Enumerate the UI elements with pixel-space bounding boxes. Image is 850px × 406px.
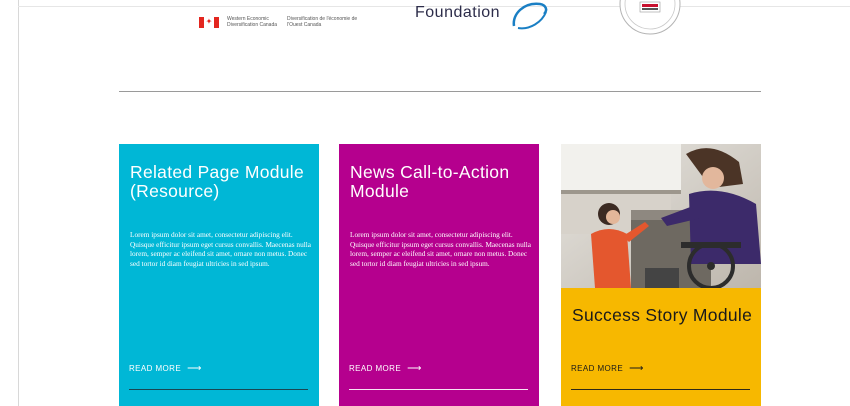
card-title: Success Story Module	[572, 305, 753, 325]
foundation-logo-text[interactable]: Foundation	[415, 4, 500, 22]
read-more-link[interactable]: READ MORE ⟶	[349, 362, 422, 374]
seal-logo[interactable]	[618, 0, 682, 40]
read-more-link[interactable]: READ MORE ⟶	[129, 362, 202, 374]
arrow-right-icon: ⟶	[407, 362, 422, 374]
card-body: Lorem ipsum dolor sit amet, consectetur …	[130, 230, 312, 268]
gov-name-en: Western Economic Diversification Canada	[227, 16, 278, 28]
frame-left-border	[18, 0, 19, 406]
canada-flag-icon: ✦	[199, 17, 219, 28]
section-divider	[119, 91, 761, 92]
related-page-card[interactable]: Related Page Module (Resource) Lorem ips…	[119, 144, 319, 406]
card-rule	[129, 389, 308, 390]
arrow-right-icon: ⟶	[187, 362, 202, 374]
news-cta-card[interactable]: News Call-to-Action Module Lorem ipsum d…	[339, 144, 539, 406]
gov-name-fr: Diversification de l'économie de l'Ouest…	[287, 16, 358, 28]
partner-logos: ✦ Western Economic Diversification Canad…	[0, 0, 850, 46]
card-rule	[349, 389, 528, 390]
read-more-label: READ MORE	[349, 364, 402, 373]
card-body: Lorem ipsum dolor sit amet, consectetur …	[350, 230, 532, 268]
read-more-label: READ MORE	[129, 364, 182, 373]
foundation-swoosh-icon	[512, 2, 548, 30]
success-story-card[interactable]: Success Story Module READ MORE ⟶	[561, 144, 761, 406]
card-title: Related Page Module (Resource)	[130, 162, 305, 201]
government-of-canada-logo[interactable]: ✦ Western Economic Diversification Canad…	[199, 16, 359, 28]
success-story-photo	[561, 144, 761, 288]
arrow-right-icon: ⟶	[629, 362, 644, 374]
read-more-link[interactable]: READ MORE ⟶	[571, 362, 644, 374]
read-more-label: READ MORE	[571, 364, 624, 373]
card-rule	[571, 389, 750, 390]
card-title: News Call-to-Action Module	[350, 162, 510, 201]
